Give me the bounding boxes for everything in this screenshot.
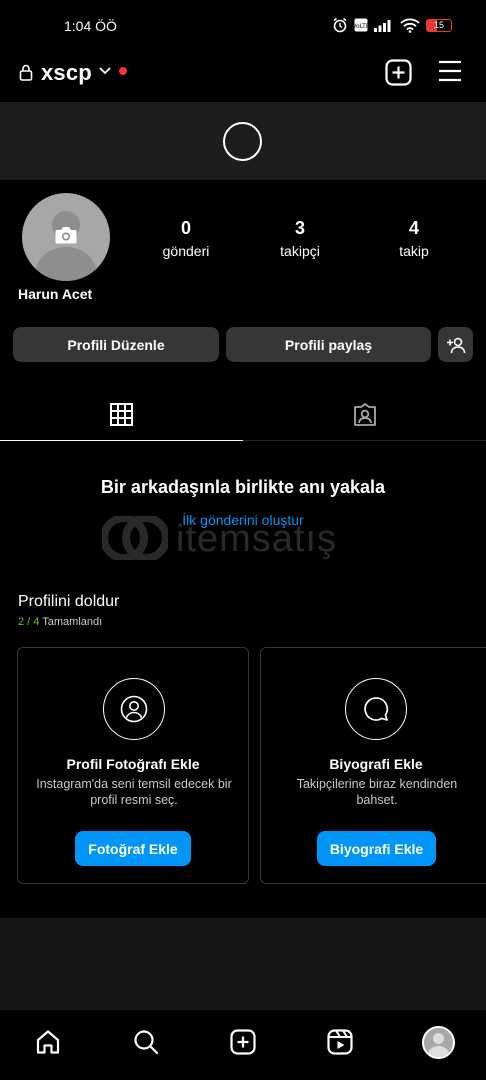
stat-label: gönderi <box>162 243 210 259</box>
loading-spinner <box>223 122 262 161</box>
complete-profile-title: Profilini doldur <box>18 593 120 610</box>
create-icon <box>230 1029 256 1055</box>
discover-people-button[interactable] <box>438 327 473 362</box>
complete-profile-progress: 2 / 4 Tamamlandı <box>18 616 102 628</box>
chevron-down-icon[interactable] <box>98 66 112 76</box>
display-name: Harun Acet <box>18 286 93 302</box>
tagged-icon <box>353 403 376 426</box>
progress-label: Tamamlandı <box>42 616 103 628</box>
alarm-icon <box>333 17 347 33</box>
volte-icon: VoLTE <box>354 18 368 32</box>
nav-search[interactable] <box>126 1022 166 1062</box>
battery-level: 15 <box>433 19 444 30</box>
profile-header: xscp <box>0 52 486 102</box>
search-icon <box>134 1030 159 1055</box>
signal-icon <box>374 20 391 32</box>
story-loader <box>0 102 486 180</box>
profile-avatar <box>421 1025 455 1059</box>
status-icons: VoLTE 15 <box>332 17 452 33</box>
lower-band <box>0 918 486 1010</box>
new-post-icon[interactable] <box>385 59 412 86</box>
create-first-post-link[interactable]: İlk gönderini oluştur <box>0 512 486 528</box>
nav-create[interactable] <box>223 1022 263 1062</box>
avatar[interactable] <box>22 193 110 281</box>
notification-dot <box>119 67 127 75</box>
add-bio-button[interactable]: Biyografi Ekle <box>317 831 436 866</box>
stat-value: 0 <box>180 218 191 238</box>
svg-text:VoLTE: VoLTE <box>354 23 368 30</box>
nav-reels[interactable] <box>320 1022 360 1062</box>
battery-icon: 15 <box>426 18 452 32</box>
add-person-icon <box>446 337 465 353</box>
reels-icon <box>327 1029 353 1055</box>
profile-photo-card: Profil Fotoğrafı Ekle Instagram'da seni … <box>17 647 249 884</box>
status-bar: 1:04 ÖÖ VoLTE 15 <box>0 0 486 52</box>
card-description: Instagram'da seni temsil edecek bir prof… <box>36 777 232 807</box>
menu-icon[interactable] <box>438 60 462 82</box>
stat-value: 3 <box>294 218 305 238</box>
lock-icon <box>19 64 33 81</box>
card-title: Biyografi Ekle <box>329 756 423 772</box>
stat-posts[interactable]: 0 gönderi <box>141 218 231 259</box>
camera-icon <box>55 227 77 244</box>
bottom-nav <box>0 1010 486 1080</box>
stat-following[interactable]: 4 takip <box>369 218 459 259</box>
add-photo-button[interactable]: Fotoğraf Ekle <box>75 831 191 866</box>
status-time: 1:04 ÖÖ <box>64 18 117 34</box>
nav-profile[interactable] <box>418 1022 458 1062</box>
edit-profile-button[interactable]: Profili Düzenle <box>13 327 219 362</box>
username[interactable]: xscp <box>41 60 92 86</box>
speech-bubble-icon <box>345 678 407 740</box>
stat-label: takipçi <box>280 243 320 259</box>
share-profile-button[interactable]: Profili paylaş <box>226 327 431 362</box>
card-description: Takipçilerine biraz kendinden bahset. <box>296 777 458 807</box>
progress-count: 2 / 4 <box>18 616 40 628</box>
tab-tagged[interactable] <box>243 389 486 441</box>
home-icon <box>36 1030 60 1054</box>
tab-grid[interactable] <box>0 389 243 441</box>
nav-home[interactable] <box>28 1022 68 1062</box>
grid-icon <box>110 403 133 426</box>
card-title: Profil Fotoğrafı Ekle <box>66 756 200 772</box>
stat-label: takip <box>399 243 429 259</box>
stat-followers[interactable]: 3 takipçi <box>255 218 345 259</box>
profile-photo-icon <box>103 678 165 740</box>
bio-card: Biyografi Ekle Takipçilerine biraz kendi… <box>260 647 486 884</box>
empty-state-title: Bir arkadaşınla birlikte anı yakala <box>100 477 386 497</box>
stat-value: 4 <box>408 218 419 238</box>
wifi-icon <box>400 18 420 33</box>
